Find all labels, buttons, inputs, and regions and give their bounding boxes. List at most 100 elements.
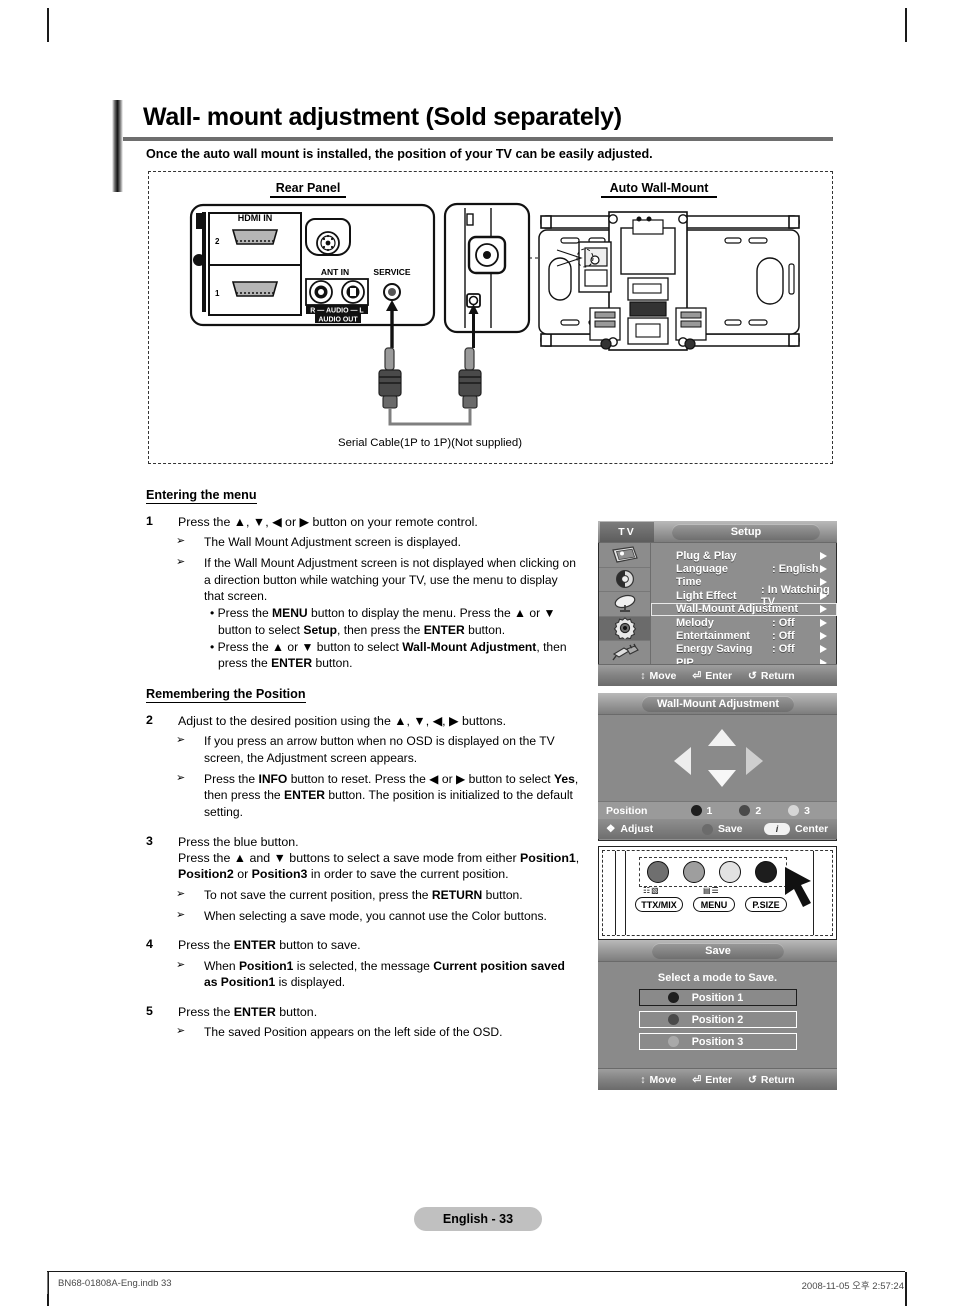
- setup-gear-icon: [613, 617, 636, 640]
- footer-return: ↺ Return: [748, 1073, 795, 1086]
- step-1-sub-2-body: If the Wall Mount Adjustment screen is n…: [204, 556, 576, 604]
- footer-left-tick: [47, 1272, 49, 1294]
- osd-wma-position-row: Position 1 2 3: [598, 801, 837, 819]
- step-2: 2 Adjust to the desired position using t…: [146, 713, 586, 729]
- step-5-number: 5: [146, 1003, 153, 1018]
- step-4: 4 Press the ENTER button to save.: [146, 937, 586, 953]
- bullet-arrow-icon: ➢: [176, 771, 186, 784]
- menu-row-energy-saving[interactable]: Energy Saving : Off: [651, 643, 837, 656]
- step-4-number: 4: [146, 937, 153, 952]
- step-2-number: 2: [146, 712, 153, 727]
- menu-label: Wall-Mount Adjustment: [676, 603, 798, 616]
- footer-rule: [47, 1271, 905, 1273]
- up-arrow-icon[interactable]: [708, 729, 736, 746]
- chevron-right-icon: [820, 591, 827, 600]
- remote-red-button[interactable]: [647, 861, 669, 883]
- step-3-sub-1: ➢ To not save the current position, pres…: [176, 887, 586, 904]
- sidebar-item-picture[interactable]: [599, 543, 650, 568]
- enter-key-icon: ⏎: [692, 669, 702, 682]
- remote-green-button[interactable]: [683, 861, 705, 883]
- connection-diagram-box: HDMI IN 2 1 ANT IN R — AUDIO — L AUDIO O…: [148, 171, 833, 464]
- remote-color-buttons-figure: ☷▧ ▤☰ TTX/MIX MENU P.SIZE: [598, 846, 837, 940]
- position-2-number: 2: [755, 804, 762, 817]
- chevron-right-icon: [820, 565, 827, 574]
- step-2-sub-2-text: Press the INFO button to reset. Press th…: [204, 771, 579, 819]
- manual-page: Wall- mount adjustment (Sold separately)…: [0, 0, 954, 1314]
- menu-label: Energy Saving: [676, 643, 753, 656]
- position-3-number: 3: [804, 804, 811, 817]
- menu-row-wall-mount-adjustment[interactable]: Wall-Mount Adjustment: [651, 602, 837, 616]
- bullet-arrow-icon: ➢: [176, 556, 186, 569]
- footer-enter: ⏎ Enter: [692, 669, 733, 682]
- save-option-position-2[interactable]: Position 2: [638, 1011, 797, 1028]
- menu-row-entertainment[interactable]: Entertainment : Off: [651, 629, 837, 642]
- step-1-sub-1: ➢ The Wall Mount Adjustment screen is di…: [176, 534, 586, 551]
- save-option-3-dot: [667, 1036, 679, 1047]
- chevron-right-icon: [820, 605, 827, 614]
- down-arrow-icon[interactable]: [708, 770, 736, 787]
- page-number-badge: English - 33: [414, 1207, 542, 1231]
- figure-caption-rear-panel: Rear Panel: [270, 181, 346, 198]
- step-2-sub-2: ➢ Press the INFO button to reset. Press …: [176, 771, 586, 821]
- position-1-dot: [690, 805, 702, 816]
- menu-row-melody[interactable]: Melody : Off: [651, 616, 837, 629]
- step-3-sub-1-text: To not save the current position, press …: [204, 887, 523, 902]
- footer-enter: ⏎ Enter: [692, 1073, 733, 1086]
- right-arrow-icon[interactable]: [746, 747, 763, 775]
- remote-edge-line-left-2: [625, 851, 626, 935]
- return-arrow-icon: ↺: [748, 669, 757, 682]
- menu-glyph-icon: ▤☰: [703, 886, 720, 895]
- sidebar-item-input[interactable]: [599, 641, 650, 666]
- osd-wall-mount-adjustment-screen: Wall-Mount Adjustment Position 1 2 3 ❖ A…: [598, 693, 837, 841]
- position-3[interactable]: 3: [788, 805, 837, 817]
- remote-menu-button[interactable]: MENU: [693, 897, 735, 912]
- osd-wma-title: Wall-Mount Adjustment: [642, 696, 794, 712]
- footer-file-reference: BN68-01808A-Eng.indb 33: [58, 1278, 172, 1289]
- menu-row-light-effect[interactable]: Light Effect : In Watching TV: [651, 584, 837, 608]
- menu-label: Melody: [676, 616, 714, 629]
- step-3-number: 3: [146, 833, 153, 848]
- remote-blue-button[interactable]: [755, 861, 777, 883]
- osd-tv-tab: TV: [600, 522, 654, 542]
- channel-icon: [614, 595, 635, 613]
- remote-yellow-button[interactable]: [719, 861, 741, 883]
- blue-button-dot-icon: [702, 823, 713, 835]
- step-4-sub-1: ➢ When Position1 is selected, the messag…: [176, 958, 586, 991]
- step-5-sub-1-text: The saved Position appears on the left s…: [204, 1025, 503, 1040]
- step-3-sub-2-text: When selecting a save mode, you cannot u…: [204, 908, 547, 923]
- svg-text:AUDIO OUT: AUDIO OUT: [318, 316, 358, 323]
- save-option-3-label: Position 3: [691, 1035, 744, 1048]
- connection-diagram-svg: HDMI IN 2 1 ANT IN R — AUDIO — L AUDIO O…: [189, 202, 800, 426]
- osd-setup-footer: ↕ Move ⏎ Enter ↺ Return: [598, 664, 837, 686]
- footer-save: Save: [702, 823, 764, 835]
- crop-mark-top-right: [905, 8, 907, 42]
- menu-label: Plug & Play: [676, 549, 737, 562]
- menu-row-plug-and-play[interactable]: Plug & Play: [651, 549, 837, 562]
- save-option-position-1[interactable]: Position 1: [638, 989, 797, 1006]
- save-option-position-3[interactable]: Position 3: [638, 1033, 797, 1050]
- menu-row-language[interactable]: Language : English: [651, 562, 837, 575]
- step-1: 1 Press the ▲, ▼, ◀ or ▶ button on your …: [146, 514, 586, 530]
- sidebar-item-sound[interactable]: [599, 568, 650, 592]
- page-subtitle: Once the auto wall mount is installed, t…: [146, 147, 653, 161]
- step-3: 3 Press the blue button. Press the ▲ and …: [146, 834, 586, 883]
- footer-move: ↕ Move: [640, 1073, 677, 1086]
- sidebar-item-setup[interactable]: [599, 616, 650, 641]
- step-2-sub-1: ➢ If you press an arrow button when no O…: [176, 733, 586, 766]
- sidebar-item-channel[interactable]: [599, 592, 650, 617]
- left-arrow-icon[interactable]: [674, 747, 691, 775]
- step-5-text: Press the ENTER button.: [178, 1004, 318, 1019]
- save-option-1-label: Position 1: [691, 991, 744, 1004]
- remote-ttx-mix-button[interactable]: TTX/MIX: [635, 897, 683, 912]
- svg-text:ANT IN: ANT IN: [321, 267, 349, 277]
- position-2[interactable]: 2: [739, 805, 788, 817]
- step-3-sub-2: ➢ When selecting a save mode, you cannot…: [176, 908, 586, 925]
- menu-value: : English: [772, 563, 819, 576]
- position-1[interactable]: 1: [690, 805, 740, 817]
- up-down-arrow-icon: ↕: [640, 669, 646, 682]
- section-title-entering-menu: Entering the menu: [146, 488, 257, 504]
- position-label: Position: [606, 804, 648, 817]
- svg-text:HDMI IN: HDMI IN: [238, 213, 273, 223]
- ttx-mix-glyph-icon: ☷▧: [643, 886, 660, 895]
- osd-save-body: Select a mode to Save. Position 1 Positi…: [598, 962, 837, 1068]
